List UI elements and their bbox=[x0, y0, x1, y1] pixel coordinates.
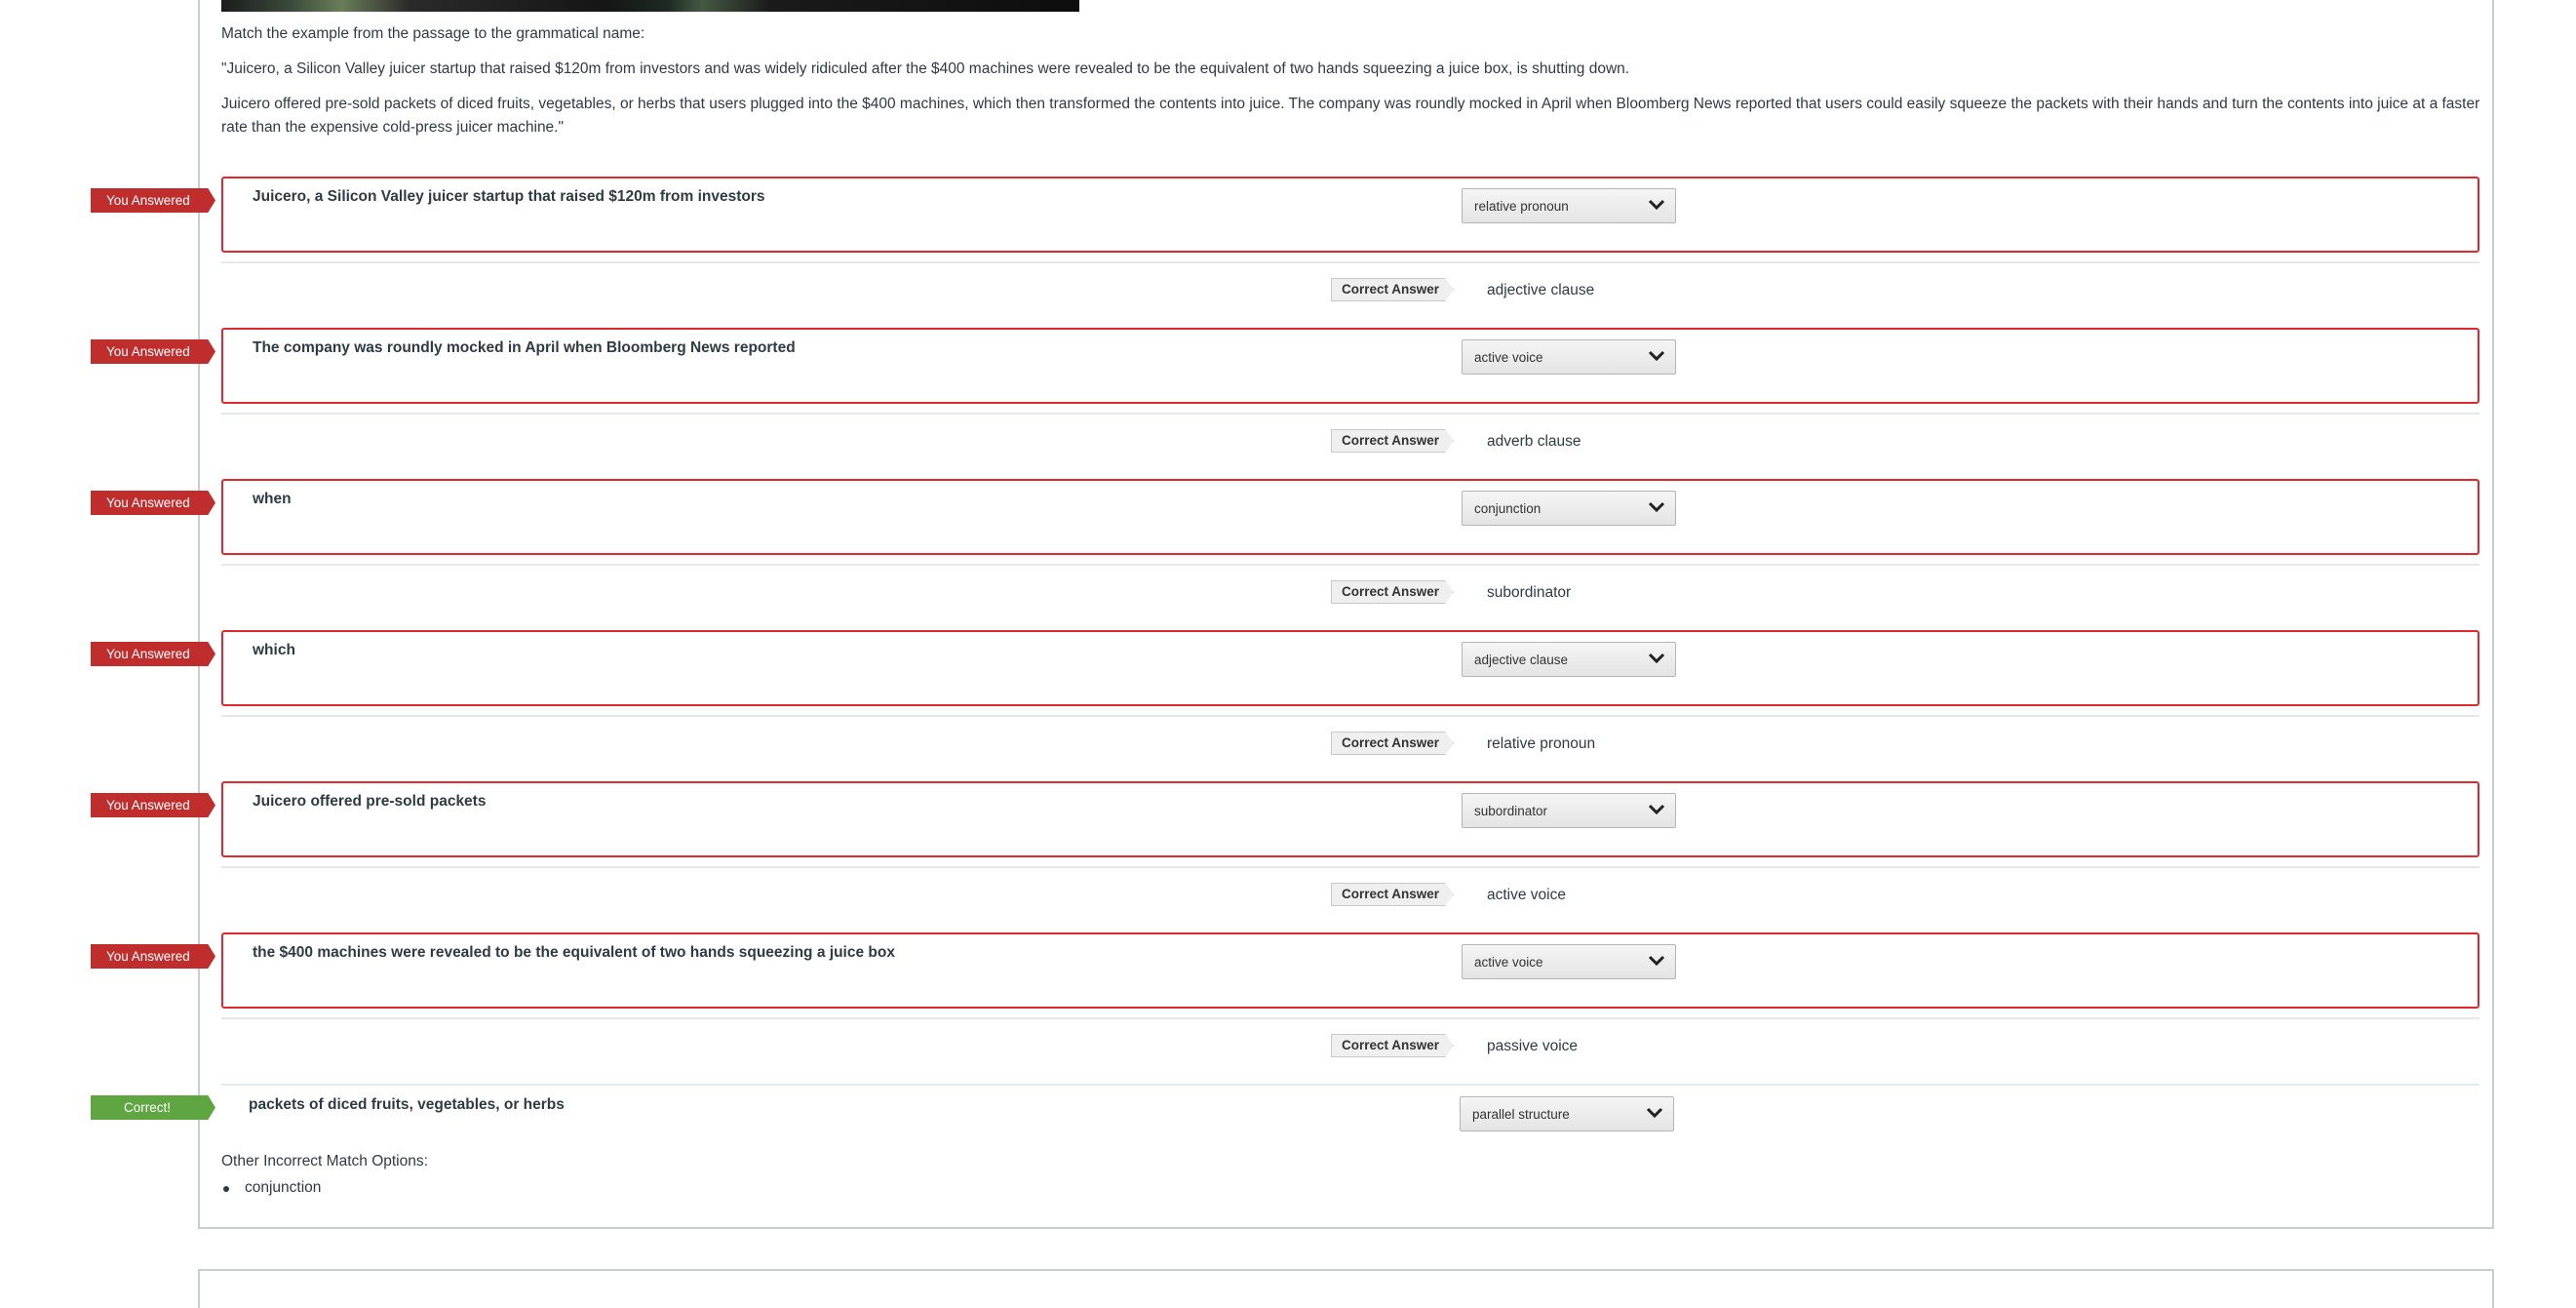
correct-answer-value: relative pronoun bbox=[1487, 735, 1596, 752]
select-value: parallel structure bbox=[1472, 1107, 1570, 1122]
correct-answer-value: passive voice bbox=[1487, 1038, 1579, 1054]
select-value: subordinator bbox=[1474, 804, 1548, 818]
match-prompt: The company was roundly mocked in April … bbox=[253, 339, 796, 356]
divider bbox=[221, 564, 2479, 566]
match-select[interactable]: conjunction bbox=[1462, 491, 1676, 526]
quiz-question-card: Match the example from the passage to th… bbox=[198, 0, 2494, 1229]
chevron-down-icon bbox=[1648, 501, 1665, 513]
select-value: conjunction bbox=[1474, 501, 1542, 516]
correct-answer-value: adverb clause bbox=[1487, 433, 1581, 450]
correct-answer-tag: Correct Answer bbox=[1331, 278, 1454, 301]
correct-answer-value: active voice bbox=[1487, 887, 1566, 903]
match-prompt: the $400 machines were revealed to be th… bbox=[253, 944, 895, 961]
correct-flag: Correct! bbox=[91, 1095, 215, 1120]
match-select[interactable]: active voice bbox=[1462, 339, 1676, 375]
you-answered-flag: You Answered bbox=[91, 339, 215, 364]
other-option-item: conjunction bbox=[221, 1176, 321, 1200]
match-select[interactable]: active voice bbox=[1462, 944, 1676, 979]
chevron-down-icon bbox=[1648, 804, 1665, 815]
passage-paragraph-2: Juicero offered pre-sold packets of dice… bbox=[221, 96, 2480, 136]
match-prompt: when bbox=[253, 491, 292, 507]
divider bbox=[221, 261, 2479, 263]
divider bbox=[221, 1017, 2479, 1019]
you-answered-flag: You Answered bbox=[91, 188, 215, 213]
divider bbox=[221, 413, 2479, 415]
divider bbox=[221, 715, 2479, 717]
passage-paragraph-1: "Juicero, a Silicon Valley juicer startu… bbox=[221, 60, 1630, 77]
divider bbox=[221, 1084, 2479, 1086]
correct-answer-value: adjective clause bbox=[1487, 282, 1595, 298]
you-answered-flag: You Answered bbox=[91, 944, 215, 969]
match-row-answered: Juicero, a Silicon Valley juicer startup… bbox=[221, 177, 2479, 253]
you-answered-flag: You Answered bbox=[91, 642, 215, 666]
select-value: relative pronoun bbox=[1474, 199, 1569, 214]
next-question-card bbox=[198, 1269, 2494, 1308]
correct-answer-tag: Correct Answer bbox=[1331, 580, 1454, 604]
select-value: active voice bbox=[1474, 955, 1543, 970]
chevron-down-icon bbox=[1648, 199, 1665, 211]
chevron-down-icon bbox=[1648, 653, 1665, 664]
match-row-answered: the $400 machines were revealed to be th… bbox=[221, 932, 2479, 1009]
select-value: active voice bbox=[1474, 350, 1543, 365]
other-options-title: Other Incorrect Match Options: bbox=[221, 1153, 428, 1169]
match-prompt: packets of diced fruits, vegetables, or … bbox=[249, 1096, 565, 1113]
match-row-answered: which adjective clause bbox=[221, 630, 2479, 706]
chevron-down-icon bbox=[1648, 955, 1665, 967]
match-select[interactable]: adjective clause bbox=[1462, 642, 1676, 677]
question-instructions: Match the example from the passage to th… bbox=[221, 25, 645, 42]
correct-answer-tag: Correct Answer bbox=[1331, 732, 1454, 755]
chevron-down-icon bbox=[1646, 1107, 1663, 1119]
match-select[interactable]: subordinator bbox=[1462, 793, 1676, 828]
match-select[interactable]: parallel structure bbox=[1460, 1096, 1674, 1131]
match-prompt: Juicero offered pre-sold packets bbox=[253, 793, 487, 810]
you-answered-flag: You Answered bbox=[91, 793, 215, 817]
match-prompt: Juicero, a Silicon Valley juicer startup… bbox=[253, 188, 765, 205]
correct-answer-value: subordinator bbox=[1487, 584, 1572, 601]
passage-image bbox=[221, 0, 1079, 12]
match-row-answered: The company was roundly mocked in April … bbox=[221, 328, 2479, 404]
correct-answer-tag: Correct Answer bbox=[1331, 429, 1454, 453]
match-row-answered: when conjunction bbox=[221, 479, 2479, 555]
match-row-answered: Juicero offered pre-sold packets subordi… bbox=[221, 781, 2479, 857]
match-prompt: which bbox=[253, 642, 295, 658]
other-options-list: conjunction bbox=[221, 1176, 321, 1200]
chevron-down-icon bbox=[1648, 350, 1665, 362]
correct-answer-tag: Correct Answer bbox=[1331, 883, 1454, 906]
select-value: adjective clause bbox=[1474, 653, 1569, 667]
match-select[interactable]: relative pronoun bbox=[1462, 188, 1676, 223]
correct-answer-tag: Correct Answer bbox=[1331, 1034, 1454, 1057]
divider bbox=[221, 866, 2479, 868]
you-answered-flag: You Answered bbox=[91, 491, 215, 515]
